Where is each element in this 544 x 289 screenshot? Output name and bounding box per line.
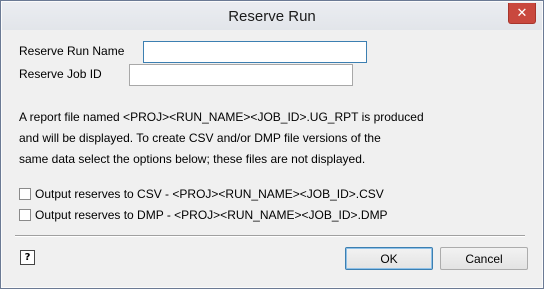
csv-output-checkbox[interactable] [19, 188, 31, 200]
reserve-run-name-input[interactable] [143, 41, 367, 63]
info-line-2: and will be displayed. To create CSV and… [19, 131, 381, 145]
title-bar[interactable]: Reserve Run ✕ [2, 2, 542, 30]
csv-output-label: Output reserves to CSV - <PROJ><RUN_NAME… [35, 187, 384, 201]
cancel-button[interactable]: Cancel [440, 247, 528, 270]
csv-output-option[interactable]: Output reserves to CSV - <PROJ><RUN_NAME… [19, 187, 384, 201]
reserve-job-id-input[interactable] [129, 64, 353, 86]
help-icon[interactable]: ? [20, 250, 35, 265]
close-icon: ✕ [516, 5, 528, 21]
close-button[interactable]: ✕ [508, 3, 536, 24]
dmp-output-checkbox[interactable] [19, 209, 31, 221]
reserve-run-dialog: Reserve Run ✕ Reserve Run Name Reserve J… [0, 0, 544, 289]
reserve-job-id-label: Reserve Job ID [19, 67, 102, 81]
footer-separator [15, 235, 525, 237]
info-line-1: A report file named <PROJ><RUN_NAME><JOB… [19, 110, 424, 124]
info-text: A report file named <PROJ><RUN_NAME><JOB… [19, 107, 439, 170]
ok-button[interactable]: OK [345, 247, 433, 270]
dmp-output-label: Output reserves to DMP - <PROJ><RUN_NAME… [35, 208, 388, 222]
window-title: Reserve Run [228, 8, 316, 25]
dmp-output-option[interactable]: Output reserves to DMP - <PROJ><RUN_NAME… [19, 208, 388, 222]
reserve-run-name-label: Reserve Run Name [19, 44, 125, 58]
info-line-3: same data select the options below; thes… [19, 152, 366, 166]
